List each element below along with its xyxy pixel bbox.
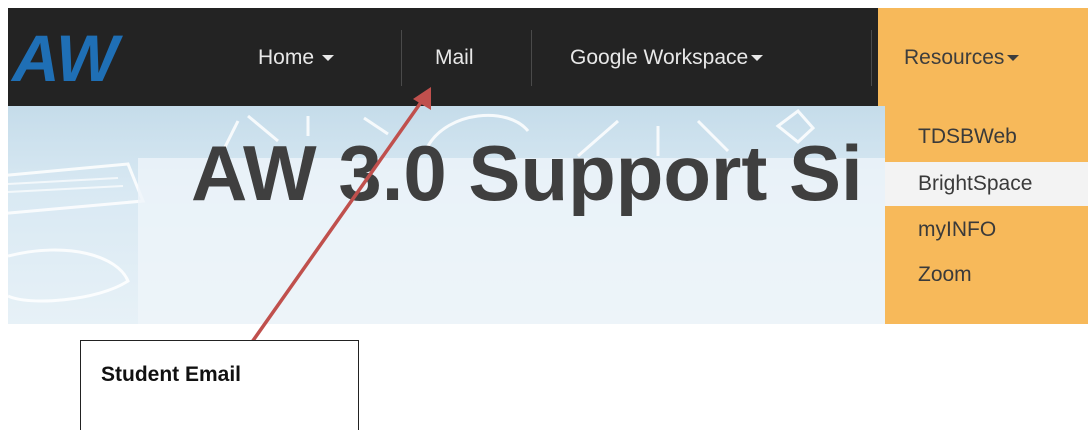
annotation-callout-box: Student Email <box>80 340 359 430</box>
callout-label: Student Email <box>101 363 242 386</box>
